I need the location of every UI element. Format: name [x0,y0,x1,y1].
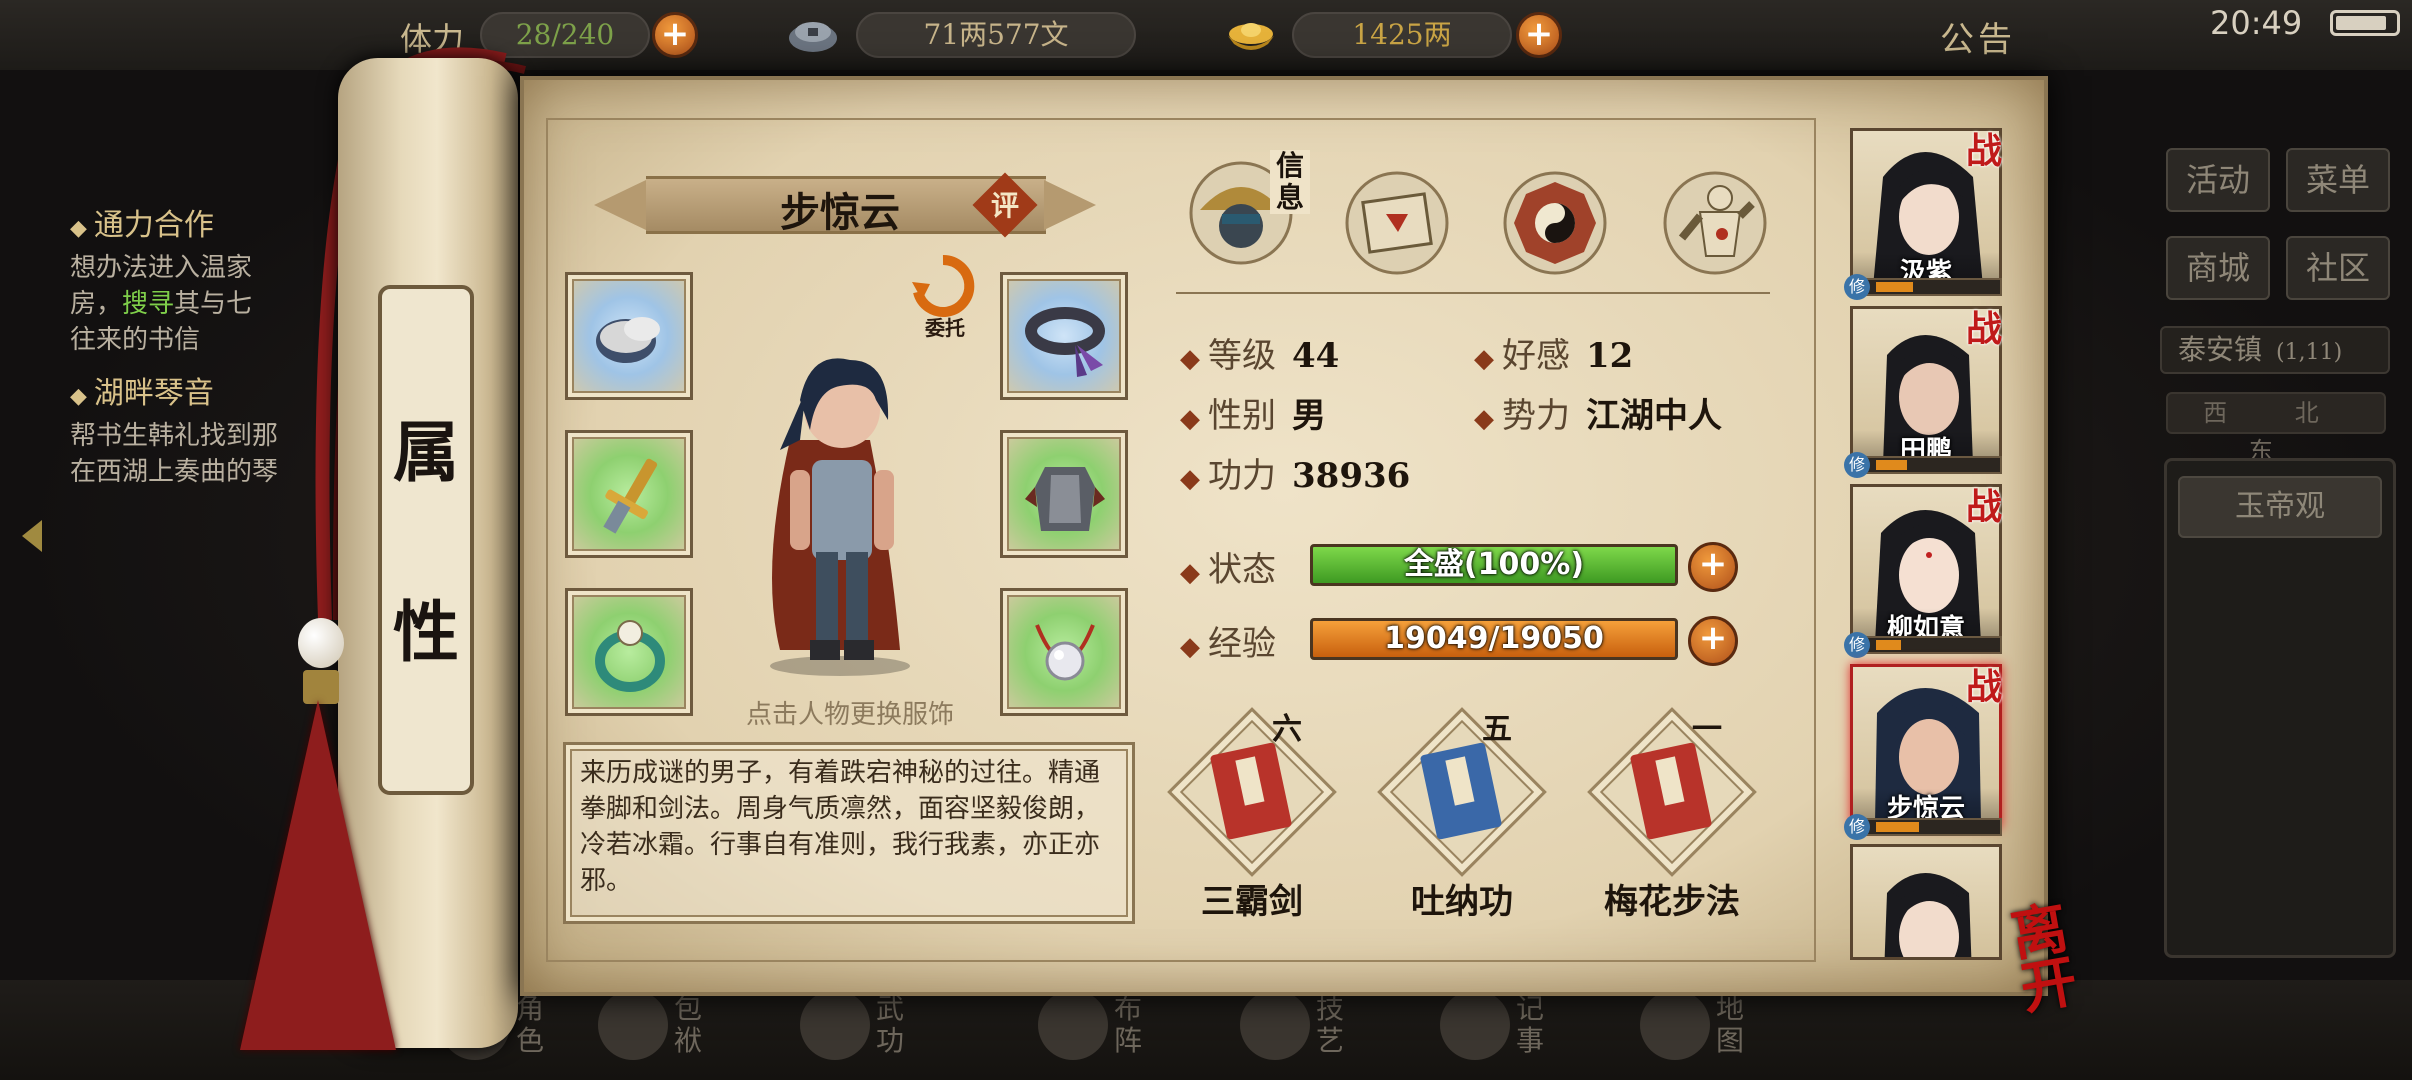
bead-cap [303,670,339,704]
nav-journal[interactable]: 记事 [1440,990,1546,1080]
skill-rank: 六 [1272,712,1302,747]
nav-martial[interactable]: 武功 [800,990,906,1080]
map-icon [1640,990,1710,1060]
rate-label[interactable]: 评 [982,184,1028,224]
town-location: 泰安镇 (1,11) [2160,326,2390,374]
cultivation-bar: 修 [1844,452,2002,478]
nav-formation[interactable]: 布阵 [1038,990,1144,1080]
state-bar: 全盛(100%) [1310,544,1678,586]
stat-affection: 好感12 [1474,328,1633,377]
bagua-icon [1503,171,1607,275]
exp-bar-text: 19049/19050 [1384,621,1604,656]
tab-info-label[interactable]: 信息 [1270,150,1310,214]
restore-state-button[interactable]: + [1688,542,1738,592]
collapse-arrow-icon[interactable] [22,520,42,552]
party-member-card[interactable] [1850,844,2002,960]
tab-body[interactable] [1660,168,1770,278]
skill-book[interactable]: 六 三霸剑 [1152,707,1352,922]
cultivation-bar: 修 [1844,814,2002,840]
formation-icon [1038,990,1108,1060]
equip-slot-headband[interactable] [1000,272,1128,400]
stat-exp-label: 经验 [1180,616,1276,665]
tassel-icon [240,700,396,1050]
shop-button[interactable]: 商城 [2166,236,2270,300]
equip-slot-bracer[interactable] [565,272,693,400]
hero-name: 步惊云 [780,189,900,236]
add-gold-button[interactable]: + [1516,12,1562,58]
battery-icon [2330,10,2400,36]
battle-badge: 战 [1966,308,2003,350]
money-display: 71两577文 [856,12,1136,58]
compass-directions: 西 北 东 [2166,392,2386,465]
nav-skill[interactable]: 技艺 [1240,990,1346,1080]
jade-bead-icon [298,618,344,668]
martial-icon [800,990,870,1060]
cultivation-bar: 修 [1844,632,2002,658]
scroll-document-icon [1345,171,1449,275]
equip-slot-armor[interactable] [1000,430,1128,558]
bag-icon [598,990,668,1060]
bracer-icon [596,317,660,363]
activity-button[interactable]: 活动 [2166,148,2270,212]
ring-icon [595,620,665,692]
clock: 20:49 [2210,4,2303,42]
add-stamina-button[interactable]: + [652,12,698,58]
tab-documents[interactable] [1342,168,1452,278]
stat-state-label: 状态 [1180,542,1276,591]
nav-map[interactable]: 地图 [1640,990,1746,1080]
stat-level: 等级44 [1180,328,1339,377]
community-button[interactable]: 社区 [2286,236,2390,300]
change-outfit-hint: 点击人物更换服饰 [745,700,954,730]
equip-slot-ring[interactable] [565,588,693,716]
stat-power: 功力38936 [1180,448,1410,497]
skill-name: 吐纳功 [1411,882,1513,922]
nav-bag[interactable]: 包袱 [598,990,704,1080]
coin-icon [789,22,837,52]
skill-rank: 一 [1692,712,1722,747]
cultivation-bar: 修 [1844,274,2002,300]
gold-ingot-icon [1228,23,1274,50]
divider [1176,292,1770,294]
stat-gender: 性别男 [1180,388,1326,437]
skill-icon [1240,990,1310,1060]
tab-bagua[interactable] [1500,168,1610,278]
sword-icon [603,458,658,534]
skill-rank: 五 [1482,712,1512,747]
name-banner: 步惊云 评 [590,172,1100,238]
battle-badge: 战 [1966,486,2003,528]
battle-badge: 战 [1966,130,2003,172]
journal-icon [1440,990,1510,1060]
skill-name: 梅花步法 [1604,882,1740,922]
character-portrait [1884,873,1972,957]
skill-book[interactable]: 五 吐纳功 [1362,707,1562,922]
hero-figure[interactable] [720,320,960,680]
armor-icon [1025,467,1105,531]
leave-button[interactable]: 离开 [2006,891,2134,1023]
meridian-body-icon [1663,171,1767,275]
stat-faction: 势力江湖中人 [1474,388,1722,437]
location-item[interactable]: 玉帝观 [2178,476,2382,538]
battle-badge: 战 [1966,666,2003,708]
game-screen: 体力 28/240 + 71两577文 1425两 + 公告 20:49 通力合… [0,0,2412,1080]
gold-display: 1425两 [1292,12,1512,58]
exp-bar: 19049/19050 [1310,618,1678,660]
equip-slot-weapon[interactable] [565,430,693,558]
add-exp-button[interactable]: + [1688,616,1738,666]
headband-icon [1025,307,1105,377]
menu-button[interactable]: 菜单 [2286,148,2390,212]
notice-button[interactable]: 公告 [1940,12,2016,61]
hero-biography: 来历成谜的男子，有着跌宕神秘的过往。精通拳脚和剑法。周身气质凛然，面容坚毅俊朗，… [563,742,1135,924]
pearl-necklace-icon [1035,624,1095,681]
skill-book[interactable]: 一 梅花步法 [1572,707,1772,922]
state-bar-text: 全盛(100%) [1403,547,1585,582]
skill-name: 三霸剑 [1201,882,1303,922]
